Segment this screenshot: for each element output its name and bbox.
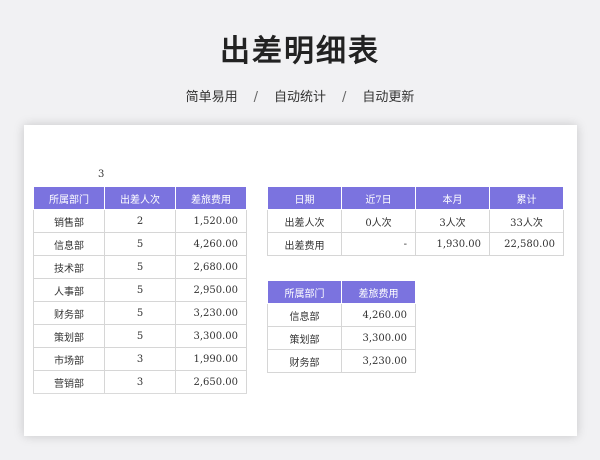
table-row: 营销部 3 2,650.00 <box>33 370 247 394</box>
column-header[interactable]: 差旅费用 <box>175 186 247 210</box>
table-row: 财务部 5 3,230.00 <box>33 301 247 325</box>
column-header[interactable]: 差旅费用 <box>341 280 416 304</box>
top-expense-table: 所属部门 差旅费用 信息部 4,260.00 策划部 3,300.00 财务部 … <box>267 280 416 373</box>
last7days-cell[interactable]: - <box>341 232 416 256</box>
dept-cell[interactable]: 策划部 <box>267 326 342 350</box>
table-row: 技术部 5 2,680.00 <box>33 255 247 279</box>
table-row: 策划部 3,300.00 <box>267 326 416 350</box>
expense-cell[interactable]: 2,950.00 <box>175 278 247 302</box>
dept-cell[interactable]: 财务部 <box>33 301 105 325</box>
table-header-row: 所属部门 差旅费用 <box>267 280 416 304</box>
column-header[interactable]: 累计 <box>489 186 564 210</box>
expense-cell[interactable]: 1,520.00 <box>175 209 247 233</box>
expense-cell[interactable]: 3,300.00 <box>341 326 416 350</box>
table-row: 财务部 3,230.00 <box>267 349 416 373</box>
dept-cell[interactable]: 人事部 <box>33 278 105 302</box>
page-title: 出差明细表 <box>220 34 380 69</box>
separator: / <box>253 90 258 105</box>
table-row: 销售部 2 1,520.00 <box>33 209 247 233</box>
count-cell[interactable]: 5 <box>104 301 176 325</box>
expense-cell[interactable]: 4,260.00 <box>175 232 247 256</box>
cumulative-cell[interactable]: 33人次 <box>489 209 564 233</box>
count-cell[interactable]: 5 <box>104 324 176 348</box>
column-header[interactable]: 出差人次 <box>104 186 176 210</box>
table-row: 出差人次 0人次 3人次 33人次 <box>267 209 564 233</box>
last7days-cell[interactable]: 0人次 <box>341 209 416 233</box>
column-header[interactable]: 所属部门 <box>267 280 342 304</box>
dept-cell[interactable]: 营销部 <box>33 370 105 394</box>
count-cell[interactable]: 2 <box>104 209 176 233</box>
table-header-row: 日期 近7日 本月 累计 <box>267 186 564 210</box>
cumulative-cell[interactable]: 22,580.00 <box>489 232 564 256</box>
separator: / <box>342 90 347 105</box>
dept-cell[interactable]: 策划部 <box>33 324 105 348</box>
this-month-cell[interactable]: 1,930.00 <box>415 232 490 256</box>
count-cell[interactable]: 3 <box>104 347 176 371</box>
column-header[interactable]: 所属部门 <box>33 186 105 210</box>
count-cell[interactable]: 5 <box>104 255 176 279</box>
summary-table: 日期 近7日 本月 累计 出差人次 0人次 3人次 33人次 出差费用 - 1,… <box>267 186 564 256</box>
table-row: 市场部 3 1,990.00 <box>33 347 247 371</box>
table-row: 信息部 5 4,260.00 <box>33 232 247 256</box>
feature-auto-stats: 自动统计 <box>273 90 326 105</box>
table-row: 信息部 4,260.00 <box>267 303 416 327</box>
department-table: 所属部门 出差人次 差旅费用 销售部 2 1,520.00 信息部 5 4,26… <box>33 186 247 394</box>
spreadsheet-area: 3 所属部门 出差人次 差旅费用 销售部 2 1,520.00 信息部 5 4,… <box>24 125 577 436</box>
expense-cell[interactable]: 4,260.00 <box>341 303 416 327</box>
metric-label-cell[interactable]: 出差费用 <box>267 232 342 256</box>
dept-cell[interactable]: 信息部 <box>267 303 342 327</box>
count-cell[interactable]: 3 <box>104 370 176 394</box>
dept-cell[interactable]: 技术部 <box>33 255 105 279</box>
cell-value[interactable]: 3 <box>98 169 104 180</box>
count-cell[interactable]: 5 <box>104 232 176 256</box>
count-cell[interactable]: 5 <box>104 278 176 302</box>
bottom-fade <box>24 390 577 436</box>
table-row: 出差费用 - 1,930.00 22,580.00 <box>267 232 564 256</box>
feature-auto-update: 自动更新 <box>362 90 415 105</box>
dept-cell[interactable]: 信息部 <box>33 232 105 256</box>
expense-cell[interactable]: 3,230.00 <box>341 349 416 373</box>
expense-cell[interactable]: 3,300.00 <box>175 324 247 348</box>
feature-nav: 简单易用 / 自动统计 / 自动更新 <box>0 86 600 105</box>
expense-cell[interactable]: 1,990.00 <box>175 347 247 371</box>
dept-cell[interactable]: 财务部 <box>267 349 342 373</box>
table-header-row: 所属部门 出差人次 差旅费用 <box>33 186 247 210</box>
table-row: 策划部 5 3,300.00 <box>33 324 247 348</box>
expense-cell[interactable]: 3,230.00 <box>175 301 247 325</box>
column-header[interactable]: 日期 <box>267 186 342 210</box>
column-header[interactable]: 近7日 <box>341 186 416 210</box>
expense-cell[interactable]: 2,650.00 <box>175 370 247 394</box>
column-header[interactable]: 本月 <box>415 186 490 210</box>
dept-cell[interactable]: 销售部 <box>33 209 105 233</box>
this-month-cell[interactable]: 3人次 <box>415 209 490 233</box>
expense-cell[interactable]: 2,680.00 <box>175 255 247 279</box>
feature-easy: 简单易用 <box>185 90 238 105</box>
metric-label-cell[interactable]: 出差人次 <box>267 209 342 233</box>
table-row: 人事部 5 2,950.00 <box>33 278 247 302</box>
dept-cell[interactable]: 市场部 <box>33 347 105 371</box>
